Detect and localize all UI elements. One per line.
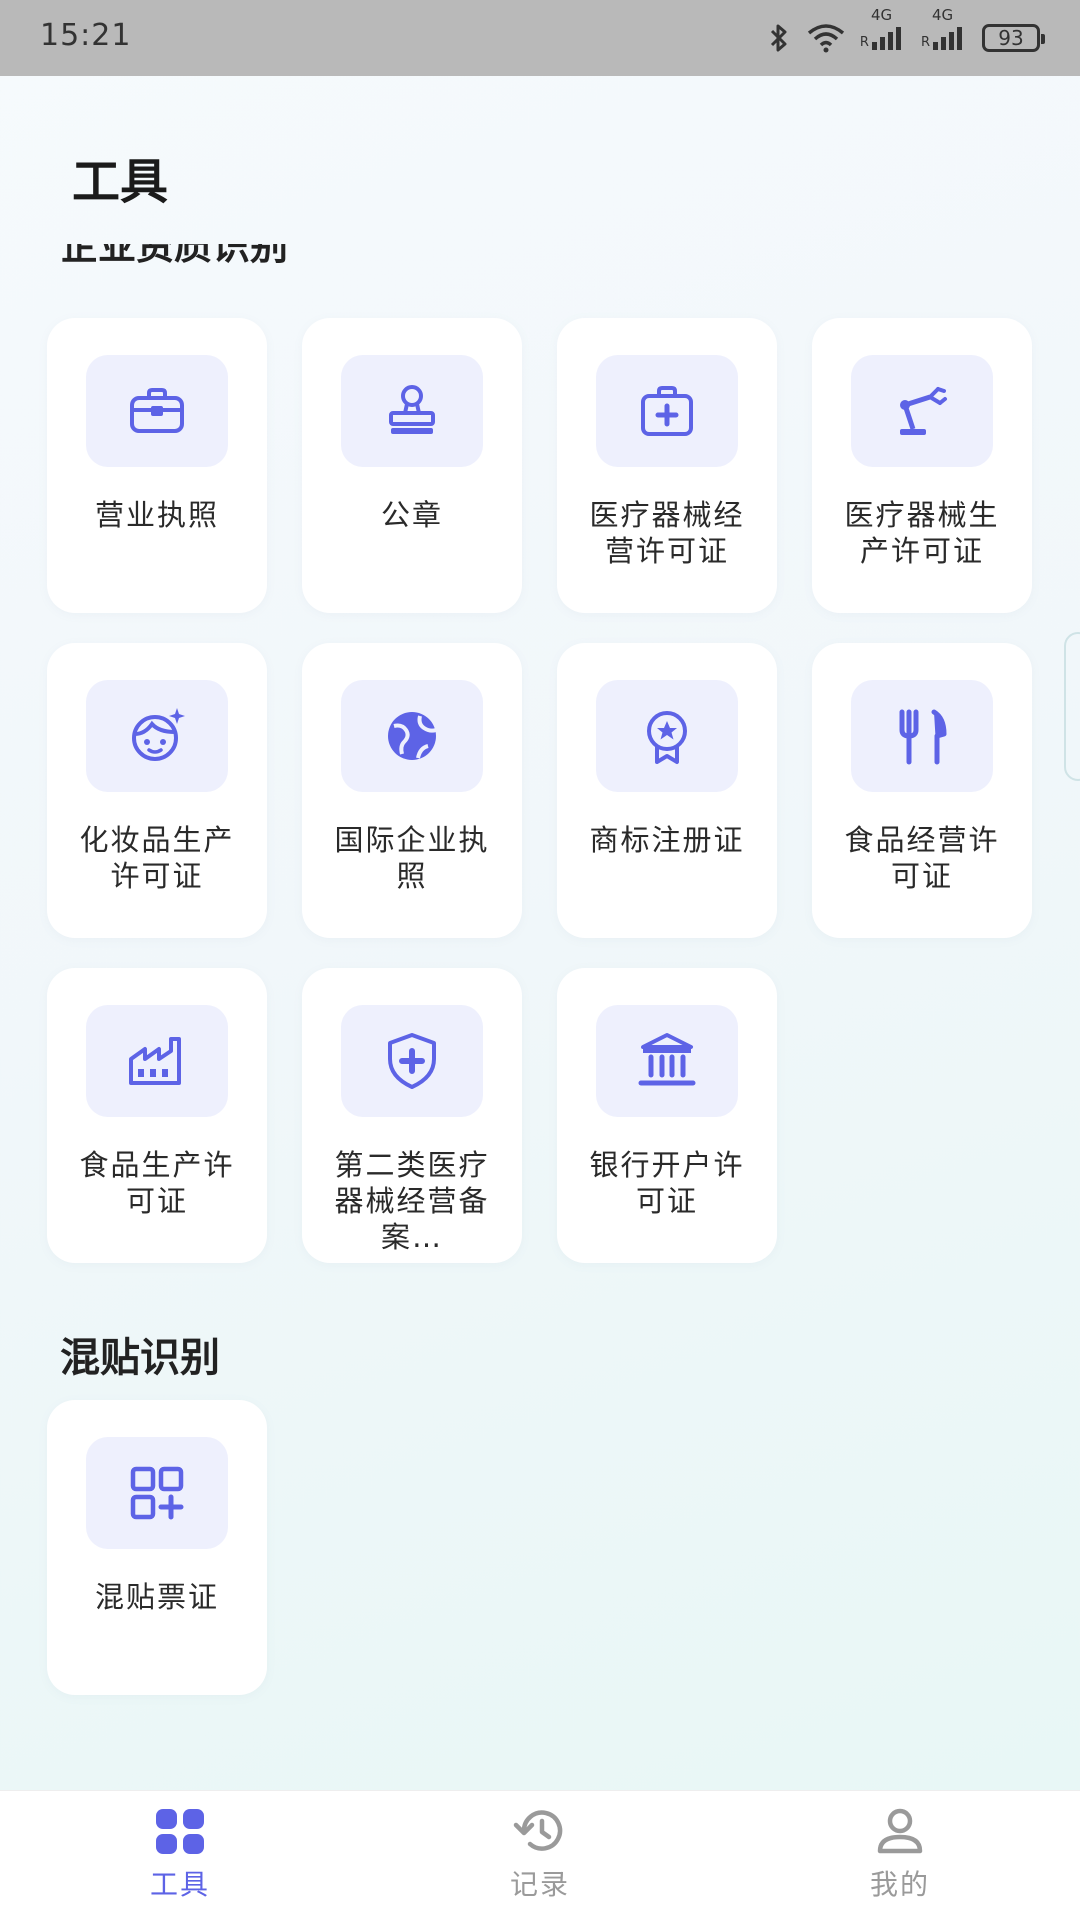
icon-box (596, 355, 738, 467)
status-icons: R 4G R 4G 93 (766, 6, 1045, 58)
tab-records[interactable]: 记录 (460, 1807, 620, 1903)
tool-card-international-business-license[interactable]: 国际企业执照 (302, 643, 522, 938)
network-type-2: 4G (932, 6, 954, 24)
side-drawer-handle[interactable] (1064, 632, 1080, 781)
tool-card-business-license[interactable]: 营业执照 (47, 318, 267, 613)
tab-label: 我的 (869, 1868, 930, 1901)
icon-box (341, 680, 483, 792)
tool-card-label: 食品生产许可证 (79, 1148, 235, 1218)
factory-icon (129, 1037, 181, 1085)
tool-card-label: 食品经营许可证 (844, 823, 1000, 893)
tool-card-label: 混贴票证 (94, 1580, 219, 1614)
section-title-mixed: 混贴识别 (60, 1335, 220, 1381)
tool-card-class-ii-medical-device-filing[interactable]: 第二类医疗器械经营备案… (302, 968, 522, 1263)
tool-card-label: 化妆品生产许可证 (79, 823, 235, 893)
tool-card-food-business-license[interactable]: 食品经营许可证 (812, 643, 1032, 938)
tool-card-cosmetics-production-license[interactable]: 化妆品生产许可证 (47, 643, 267, 938)
icon-box (341, 1005, 483, 1117)
briefcase-icon (130, 388, 184, 433)
tool-card-label: 营业执照 (94, 498, 219, 532)
icon-box (86, 1005, 228, 1117)
icon-box (341, 355, 483, 467)
grid-plus-icon (130, 1466, 184, 1520)
icon-box (596, 680, 738, 792)
tab-label: 工具 (149, 1868, 210, 1901)
tool-card-bank-account-license[interactable]: 银行开户许可证 (557, 968, 777, 1263)
robotic-arm-icon (900, 387, 947, 435)
tool-card-trademark-registration[interactable]: 商标注册证 (557, 643, 777, 938)
icon-box (596, 1005, 738, 1117)
signal-1: R 4G (859, 6, 907, 50)
tool-card-medical-device-production-license[interactable]: 医疗器械生产许可证 (812, 318, 1032, 613)
page-title: 工具 (72, 154, 169, 210)
battery-icon: 93 (982, 24, 1045, 52)
signal-2: R 4G (920, 6, 968, 50)
section-title-enterprise: 企业资质识别 (60, 244, 288, 286)
tool-card-label: 第二类医疗器械经营备案… (334, 1148, 490, 1254)
status-bar: 15:21 R 4G R 4G 93 (0, 0, 1080, 76)
tab-tools[interactable]: 工具 (100, 1807, 260, 1903)
tool-card-mixed-documents[interactable]: 混贴票证 (47, 1400, 267, 1695)
icon-box (851, 355, 993, 467)
award-badge-icon (647, 711, 687, 764)
mixed-tool-grid: 混贴票证 (47, 1400, 1032, 1695)
section-title-enterprise-text: 企业资质识别 (60, 244, 289, 268)
bottom-tab-bar: 工具 记录 我的 (0, 1790, 1080, 1921)
history-icon (513, 1810, 563, 1851)
tool-card-label: 公章 (380, 498, 443, 532)
roaming-label-2: R (920, 35, 930, 50)
tool-card-label: 医疗器械生产许可证 (844, 498, 1000, 568)
status-time: 15:21 (40, 18, 132, 53)
user-icon (877, 1808, 923, 1854)
icon-box (86, 1437, 228, 1549)
bank-icon (638, 1033, 696, 1086)
bluetooth-icon (770, 24, 787, 52)
enterprise-tool-grid: 营业执照 公章 医疗器械经营许可证 医疗器械生产许可证 化妆品生产许可证 国际企… (47, 318, 1032, 1263)
stamp-icon (389, 385, 435, 434)
wifi-icon (807, 24, 845, 53)
signal-bars-icon (871, 27, 901, 50)
signal-bars-icon (933, 27, 962, 50)
tool-card-medical-device-business-license[interactable]: 医疗器械经营许可证 (557, 318, 777, 613)
tool-card-label: 国际企业执照 (334, 823, 490, 893)
tab-mine[interactable]: 我的 (820, 1807, 980, 1903)
grid-icon (156, 1809, 204, 1854)
tool-card-label: 商标注册证 (589, 823, 745, 857)
tool-card-official-seal[interactable]: 公章 (302, 318, 522, 613)
tool-card-food-production-license[interactable]: 食品生产许可证 (47, 968, 267, 1263)
icon-box (851, 680, 993, 792)
tool-card-label: 医疗器械经营许可证 (589, 498, 745, 568)
shield-plus-icon (388, 1033, 436, 1089)
globe-icon (388, 712, 437, 760)
medical-kit-icon (641, 386, 693, 436)
icon-box (86, 355, 228, 467)
face-sparkle-icon (132, 708, 185, 761)
icon-box (86, 680, 228, 792)
tool-card-label: 银行开户许可证 (589, 1148, 745, 1218)
tab-label: 记录 (509, 1868, 570, 1901)
fork-knife-icon (899, 709, 947, 765)
network-type-1: 4G (870, 6, 893, 24)
roaming-label-1: R (859, 35, 869, 50)
